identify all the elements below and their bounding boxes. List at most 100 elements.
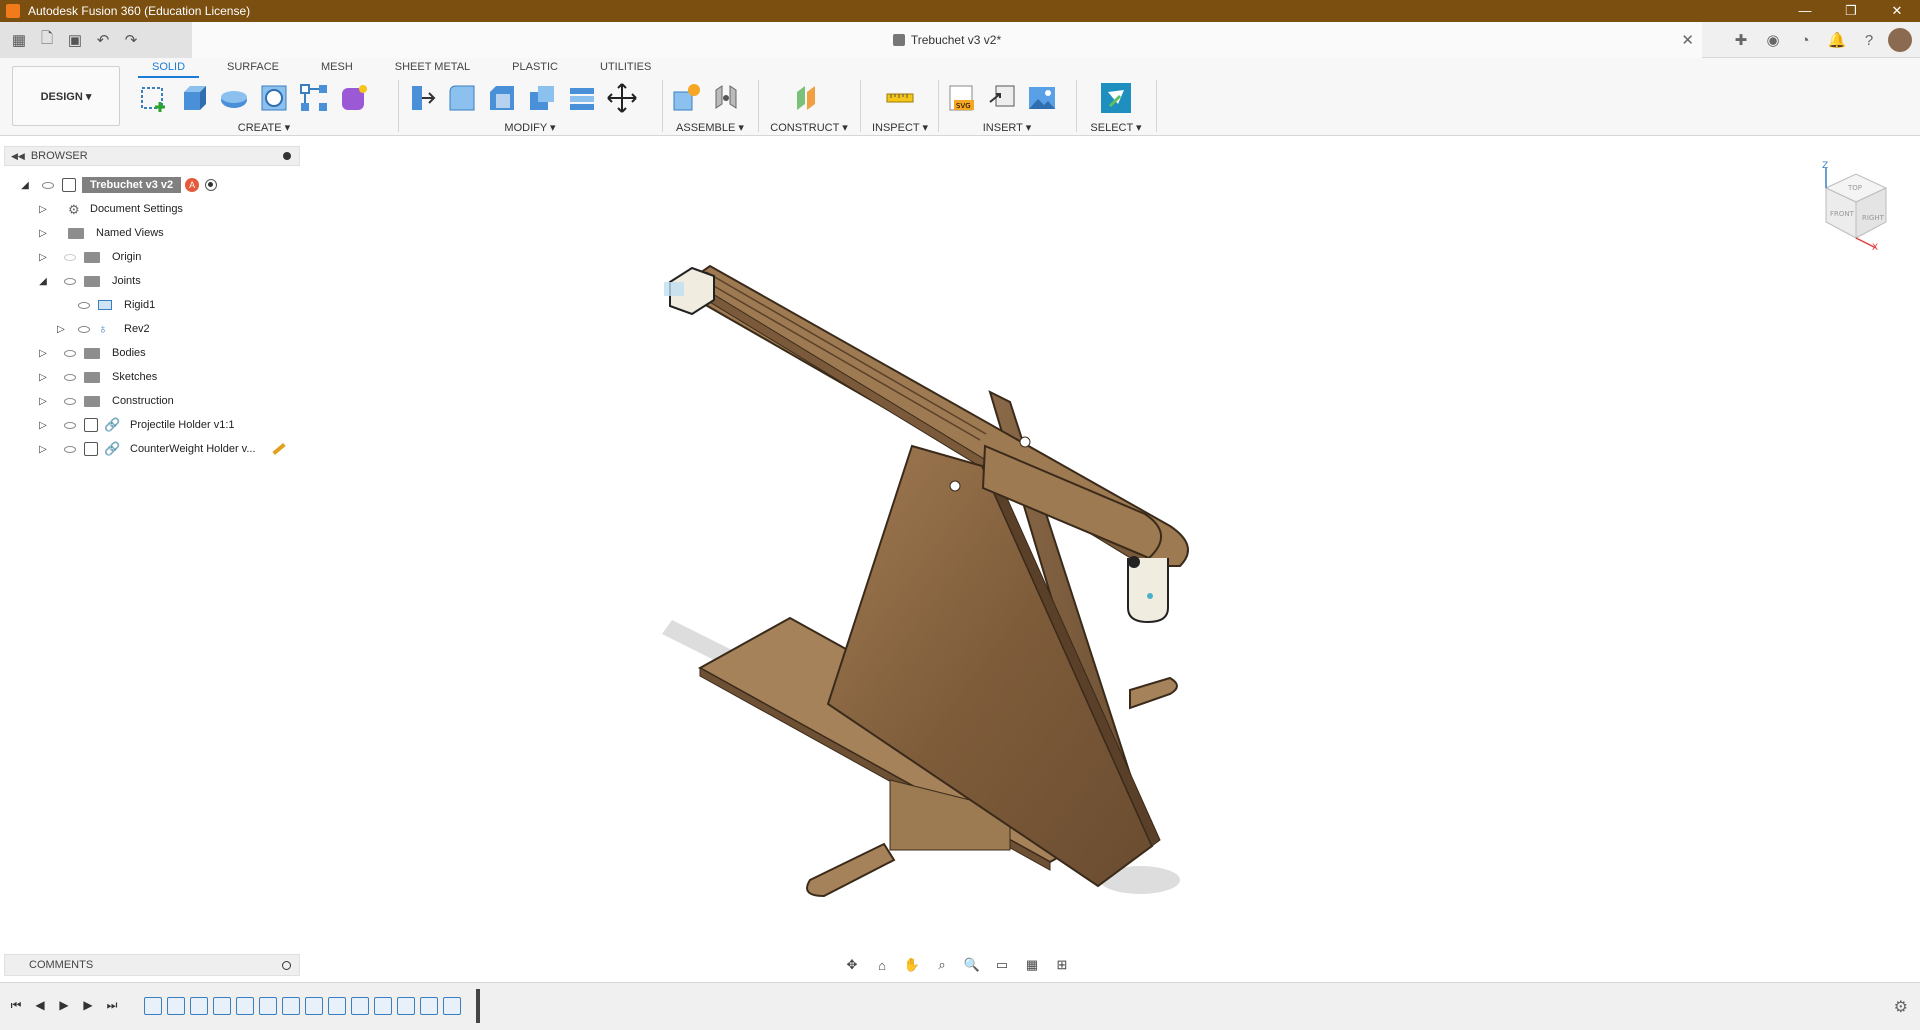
visibility-icon[interactable] xyxy=(62,275,78,287)
browser-item-projectile-holder[interactable]: ▷ 🔗 Projectile Holder v1:1 xyxy=(38,414,241,436)
timeline-feature-icon[interactable] xyxy=(259,997,277,1015)
timeline-feature-icon[interactable] xyxy=(328,997,346,1015)
inspect-menu[interactable]: INSPECT ▾ xyxy=(864,121,936,134)
browser-item-construction[interactable]: ▷ Construction xyxy=(38,390,180,412)
chamfer-icon[interactable] xyxy=(486,82,518,114)
canvas-viewport[interactable] xyxy=(300,136,1920,936)
file-menu-icon[interactable]: 🗋 xyxy=(34,27,60,53)
step-forward-icon[interactable]: ▶ xyxy=(80,997,96,1013)
fit-icon[interactable]: 🔍 xyxy=(960,956,984,974)
assemble-menu[interactable]: ASSEMBLE ▾ xyxy=(666,121,754,134)
viewports-icon[interactable]: ⊞ xyxy=(1050,956,1074,974)
joint-icon[interactable] xyxy=(710,82,742,114)
create-sketch-icon[interactable] xyxy=(138,82,170,114)
user-avatar[interactable] xyxy=(1888,28,1912,52)
add-comment-icon[interactable] xyxy=(282,960,291,970)
document-tab[interactable]: Trebuchet v3 v2* ✕ xyxy=(192,22,1702,58)
browser-item-document-settings[interactable]: ▷ ⚙ Document Settings xyxy=(38,198,189,220)
select-icon[interactable] xyxy=(1100,82,1132,114)
construct-menu[interactable]: CONSTRUCT ▾ xyxy=(762,121,856,134)
pan-icon[interactable]: ✋ xyxy=(900,956,924,974)
timeline-feature-icon[interactable] xyxy=(213,997,231,1015)
offset-plane-icon[interactable] xyxy=(793,82,825,114)
browser-item-counterweight-holder[interactable]: ▷ 🔗 CounterWeight Holder v... xyxy=(38,438,286,460)
tab-sheet-metal[interactable]: SHEET METAL xyxy=(381,58,484,78)
viewcube[interactable]: TOP FRONT RIGHT Z X xyxy=(1810,160,1900,250)
insert-svg-icon[interactable]: SVG xyxy=(946,82,978,114)
browser-item-named-views[interactable]: ▷ Named Views xyxy=(38,222,170,244)
expand-arrow-icon[interactable]: ▷ xyxy=(38,251,48,263)
notifications-icon[interactable]: 🔔 xyxy=(1824,27,1850,53)
timeline-marker[interactable] xyxy=(476,989,480,1023)
tab-surface[interactable]: SURFACE xyxy=(213,58,293,78)
timeline-feature-icon[interactable] xyxy=(167,997,185,1015)
expand-arrow-icon[interactable]: ▷ xyxy=(38,203,48,215)
visibility-icon[interactable] xyxy=(62,371,78,383)
tab-plastic[interactable]: PLASTIC xyxy=(498,58,572,78)
browser-item-origin[interactable]: ▷ Origin xyxy=(38,246,147,268)
timeline-feature-icon[interactable] xyxy=(420,997,438,1015)
go-to-end-icon[interactable]: ⏭ xyxy=(104,997,120,1013)
visibility-icon[interactable] xyxy=(62,347,78,359)
timeline-feature-icon[interactable] xyxy=(282,997,300,1015)
edit-pencil-icon[interactable] xyxy=(271,442,286,456)
display-settings-icon[interactable]: ▭ xyxy=(990,956,1014,974)
select-menu[interactable]: SELECT ▾ xyxy=(1080,121,1152,134)
browser-item-bodies[interactable]: ▷ Bodies xyxy=(38,342,152,364)
revolve-icon[interactable] xyxy=(218,82,250,114)
active-radio-icon[interactable] xyxy=(205,179,218,191)
timeline-feature-icon[interactable] xyxy=(190,997,208,1015)
browser-item-joints[interactable]: ◢ Joints xyxy=(38,270,147,292)
new-tab-icon[interactable]: ✚ xyxy=(1728,27,1754,53)
timeline-feature-icon[interactable] xyxy=(144,997,162,1015)
timeline-feature-icon[interactable] xyxy=(397,997,415,1015)
expand-arrow-icon[interactable]: ▷ xyxy=(38,395,48,407)
step-back-icon[interactable]: ◀ xyxy=(32,997,48,1013)
visibility-icon[interactable] xyxy=(76,323,92,335)
extensions-icon[interactable]: ◉ xyxy=(1760,27,1786,53)
maximize-button[interactable]: ❐ xyxy=(1828,3,1874,19)
visibility-icon[interactable] xyxy=(40,179,56,191)
tab-solid[interactable]: SOLID xyxy=(138,58,200,78)
shell-icon[interactable] xyxy=(526,82,558,114)
rectangular-pattern-icon[interactable] xyxy=(298,82,330,114)
combine-icon[interactable] xyxy=(566,82,598,114)
visibility-icon[interactable] xyxy=(76,299,92,311)
hole-icon[interactable] xyxy=(258,82,290,114)
create-form-icon[interactable] xyxy=(338,82,370,114)
undo-icon[interactable]: ↶ xyxy=(90,27,116,53)
browser-pin-icon[interactable] xyxy=(283,152,291,160)
look-at-icon[interactable]: ⌂ xyxy=(870,956,894,974)
timeline-feature-icon[interactable] xyxy=(443,997,461,1015)
visibility-icon[interactable] xyxy=(62,395,78,407)
job-status-icon[interactable]: ◔ xyxy=(1792,27,1818,53)
create-menu[interactable]: CREATE ▾ xyxy=(134,121,394,134)
close-tab-icon[interactable]: ✕ xyxy=(1681,31,1694,49)
timeline-feature-icon[interactable] xyxy=(351,997,369,1015)
expand-arrow-icon[interactable]: ▷ xyxy=(38,443,48,455)
trebuchet-model[interactable] xyxy=(300,136,1920,936)
expand-arrow-icon[interactable]: ▷ xyxy=(38,371,48,383)
canvas-image-icon[interactable] xyxy=(1026,82,1058,114)
press-pull-icon[interactable] xyxy=(406,82,438,114)
expanded-arrow-icon[interactable]: ◢ xyxy=(20,179,30,191)
zoom-icon[interactable]: ⌕ xyxy=(930,956,954,974)
expand-arrow-icon[interactable]: ▷ xyxy=(38,227,48,239)
orbit-icon[interactable]: ✥ xyxy=(840,956,864,974)
activate-badge[interactable]: A xyxy=(185,178,200,192)
workspace-switcher[interactable]: DESIGN ▾ xyxy=(12,66,120,126)
browser-item-rev2[interactable]: ▷ ♁ Rev2 xyxy=(56,318,156,340)
collapse-panel-icon[interactable]: ◀◀ xyxy=(11,151,25,162)
measure-icon[interactable] xyxy=(884,82,916,114)
go-to-start-icon[interactable]: ⏮ xyxy=(8,997,24,1013)
tab-mesh[interactable]: MESH xyxy=(307,58,367,78)
timeline-feature-icon[interactable] xyxy=(374,997,392,1015)
modify-menu[interactable]: MODIFY ▾ xyxy=(402,121,658,134)
help-icon[interactable]: ? xyxy=(1856,27,1882,53)
browser-item-sketches[interactable]: ▷ Sketches xyxy=(38,366,163,388)
browser-item-rigid1[interactable]: Rigid1 xyxy=(76,294,161,316)
timeline-settings-icon[interactable]: ⚙ xyxy=(1894,997,1908,1017)
expand-arrow-icon[interactable]: ▷ xyxy=(38,419,48,431)
grid-settings-icon[interactable]: ▦ xyxy=(1020,956,1044,974)
expand-arrow-icon[interactable]: ▷ xyxy=(56,323,66,335)
